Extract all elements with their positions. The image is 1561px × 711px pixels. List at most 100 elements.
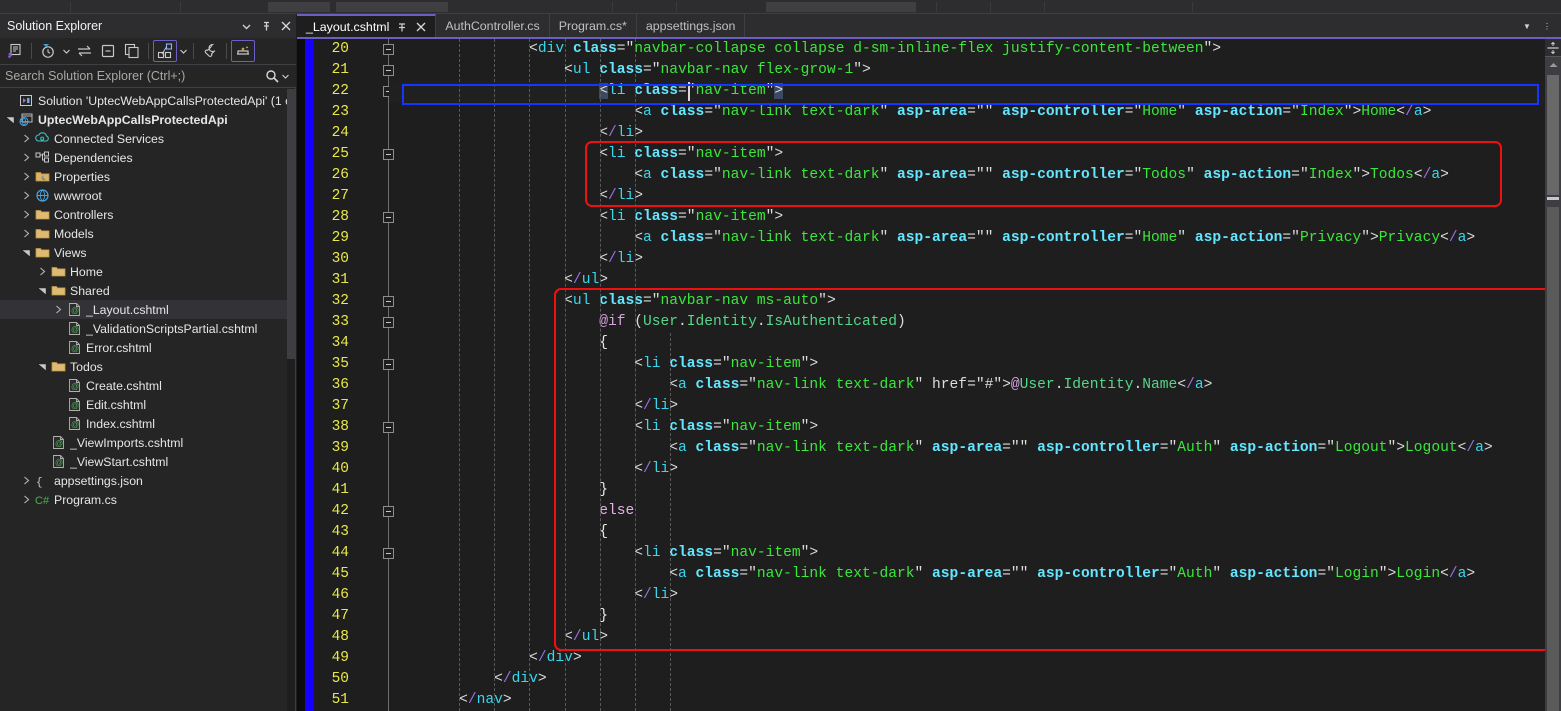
expander-expand-icon[interactable] [20, 134, 33, 143]
tree-item-validationscriptspartial-cshtml[interactable]: @_ValidationScriptsPartial.cshtml [0, 319, 288, 338]
expander-expand-icon[interactable] [20, 153, 33, 162]
code-line[interactable]: </li> [389, 186, 1545, 207]
expander-collapse-icon[interactable] [36, 362, 49, 371]
editor-tab-authcontroller-cs[interactable]: AuthController.cs [436, 14, 549, 38]
code-line[interactable]: </div> [389, 669, 1545, 690]
tree-item-error-cshtml[interactable]: @Error.cshtml [0, 338, 288, 357]
code-surface[interactable]: 2021222324252627282930313233343536373839… [297, 39, 1545, 711]
code-line[interactable]: else [389, 501, 1545, 522]
tree-item-index-cshtml[interactable]: @Index.cshtml [0, 414, 288, 433]
code-line[interactable]: <a class="nav-link text-dark" href="#">@… [389, 375, 1545, 396]
code-line[interactable]: <div class="navbar-collapse collapse d-s… [389, 39, 1545, 60]
search-icon[interactable] [265, 69, 282, 83]
expander-collapse-icon[interactable] [4, 115, 17, 124]
tree-item-properties[interactable]: Properties [0, 167, 288, 186]
code-line[interactable]: <a class="nav-link text-dark" asp-area="… [389, 102, 1545, 123]
tree-item-dependencies[interactable]: Dependencies [0, 148, 288, 167]
tree-item-viewstart-cshtml[interactable]: @_ViewStart.cshtml [0, 452, 288, 471]
code-line[interactable]: </ul> [389, 627, 1545, 648]
pending-changes-caret-icon[interactable] [60, 40, 72, 62]
expander-expand-icon[interactable] [20, 210, 33, 219]
code-line[interactable]: <a class="nav-link text-dark" asp-area="… [389, 438, 1545, 459]
editor-scrollbar-thumb[interactable] [1547, 75, 1559, 195]
split-view-icon[interactable] [1545, 39, 1561, 57]
tree-item-edit-cshtml[interactable]: @Edit.cshtml [0, 395, 288, 414]
expander-expand-icon[interactable] [20, 191, 33, 200]
code-line[interactable]: <a class="nav-link text-dark" asp-area="… [389, 228, 1545, 249]
dropdown-icon[interactable] [236, 15, 256, 37]
code-line[interactable]: <a class="nav-link text-dark" asp-area="… [389, 564, 1545, 585]
search-options-caret-icon[interactable] [282, 74, 296, 79]
code-line[interactable]: </ul> [389, 270, 1545, 291]
code-text[interactable]: <div class="navbar-collapse collapse d-s… [389, 39, 1545, 711]
code-line[interactable]: { [389, 522, 1545, 543]
pending-changes-icon[interactable] [36, 40, 60, 62]
tree-item-models[interactable]: Models [0, 224, 288, 243]
view-code-icon[interactable] [153, 40, 177, 62]
tab-list-dropdown-icon[interactable]: ▼ [1517, 14, 1537, 38]
pin-icon[interactable] [256, 15, 276, 37]
expander-expand-icon[interactable] [20, 229, 33, 238]
tree-item-program-cs[interactable]: C#Program.cs [0, 490, 288, 509]
expander-expand-icon[interactable] [20, 495, 33, 504]
solution-explorer-scrollbar[interactable] [287, 89, 295, 711]
code-line[interactable]: } [389, 480, 1545, 501]
code-line[interactable]: <ul class="navbar-nav ms-auto"> [389, 291, 1545, 312]
code-line[interactable]: <li class="nav-item"> [389, 207, 1545, 228]
tree-item-todos[interactable]: Todos [0, 357, 288, 376]
tree-item-viewimports-cshtml[interactable]: @_ViewImports.cshtml [0, 433, 288, 452]
scrollbar-thumb[interactable] [287, 89, 295, 359]
tree-item-layout-cshtml[interactable]: @_Layout.cshtml [0, 300, 288, 319]
code-line[interactable]: <li class="nav-item"> [389, 81, 1545, 102]
tree-item-appsettings-json[interactable]: { }appsettings.json [0, 471, 288, 490]
editor-tab-program-cs[interactable]: Program.cs* [550, 14, 637, 38]
editor-tab-layout-cshtml[interactable]: _Layout.cshtml [297, 14, 436, 38]
code-line[interactable]: </li> [389, 396, 1545, 417]
code-line[interactable]: <a class="nav-link text-dark" asp-area="… [389, 165, 1545, 186]
code-line[interactable]: <li class="nav-item"> [389, 417, 1545, 438]
sync-with-active-document-icon[interactable] [72, 40, 96, 62]
editor-vertical-scrollbar[interactable] [1545, 39, 1561, 711]
editor-tab-appsettings-json[interactable]: appsettings.json [637, 14, 746, 38]
properties-icon[interactable] [198, 40, 222, 62]
expander-expand-icon[interactable] [20, 172, 33, 181]
tree-item-views[interactable]: Views [0, 243, 288, 262]
tree-item-connected-services[interactable]: Connected Services [0, 129, 288, 148]
solution-tree[interactable]: Solution 'UptecWebAppCallsProtectedApi' … [0, 89, 288, 711]
expander-collapse-icon[interactable] [36, 286, 49, 295]
code-line[interactable]: </li> [389, 459, 1545, 480]
tree-item-create-cshtml[interactable]: @Create.cshtml [0, 376, 288, 395]
tab-pin-icon[interactable] [397, 22, 408, 33]
show-all-files-icon[interactable] [120, 40, 144, 62]
home-icon[interactable] [3, 40, 27, 62]
tree-item-controllers[interactable]: Controllers [0, 205, 288, 224]
code-line[interactable]: { [389, 333, 1545, 354]
collapse-all-icon[interactable] [96, 40, 120, 62]
code-line[interactable]: <li class="nav-item"> [389, 543, 1545, 564]
tab-overflow-icon[interactable]: ⋮ [1537, 14, 1557, 38]
code-line[interactable]: </li> [389, 249, 1545, 270]
expander-expand-icon[interactable] [20, 476, 33, 485]
tree-item-wwwroot[interactable]: wwwroot [0, 186, 288, 205]
preview-selected-items-icon[interactable] [231, 40, 255, 62]
code-line[interactable]: </li> [389, 585, 1545, 606]
search-solution-explorer[interactable] [0, 64, 296, 88]
code-line[interactable]: </div> [389, 648, 1545, 669]
code-line[interactable]: } [389, 606, 1545, 627]
tab-close-icon[interactable] [416, 22, 426, 32]
tree-item-uptecwebappcallsprotectedapi[interactable]: UptecWebAppCallsProtectedApi [0, 110, 288, 129]
search-input[interactable] [0, 69, 265, 83]
editor-scrollbar-lower-thumb[interactable] [1547, 207, 1559, 711]
tree-item-home[interactable]: Home [0, 262, 288, 281]
expander-expand-icon[interactable] [52, 305, 65, 314]
code-line[interactable]: <ul class="navbar-nav flex-grow-1"> [389, 60, 1545, 81]
scroll-up-arrow-icon[interactable] [1545, 58, 1561, 72]
code-line[interactable]: </nav> [389, 690, 1545, 711]
code-line[interactable]: @if (User.Identity.IsAuthenticated) [389, 312, 1545, 333]
tree-item-shared[interactable]: Shared [0, 281, 288, 300]
close-icon[interactable] [276, 15, 296, 37]
view-code-caret-icon[interactable] [177, 40, 189, 62]
code-line[interactable]: <li class="nav-item"> [389, 144, 1545, 165]
code-line[interactable]: <li class="nav-item"> [389, 354, 1545, 375]
expander-collapse-icon[interactable] [20, 248, 33, 257]
